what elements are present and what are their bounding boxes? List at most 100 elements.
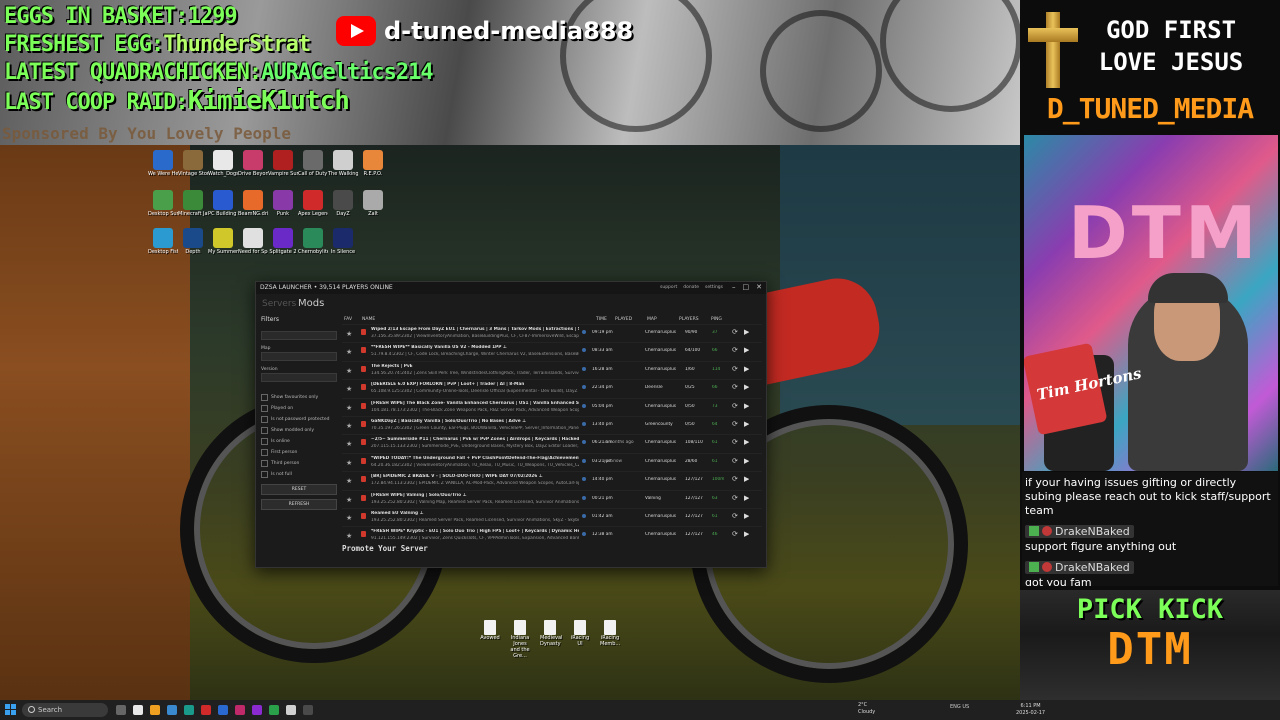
refresh-icon[interactable]: ⟳	[732, 438, 738, 446]
play-icon[interactable]: ▶	[744, 402, 749, 410]
col-name[interactable]: NAME	[362, 317, 375, 322]
col-played[interactable]: PLAYED	[615, 317, 632, 322]
col-map[interactable]: MAP	[647, 317, 657, 322]
desktop-shortcut[interactable]: Watch_Dogs	[208, 150, 238, 177]
table-row[interactable]: ★ [BR] EPIDEMIC Z BRASIL V - | SOLO-DUO-T…	[342, 471, 762, 489]
play-icon[interactable]: ▶	[744, 457, 749, 465]
filter-checkbox[interactable]: First person	[261, 447, 339, 458]
tab-mods[interactable]: Mods	[298, 298, 324, 309]
taskbar-app-icon[interactable]	[116, 705, 126, 715]
table-row[interactable]: ★ [FRESH WIPE] Valning | Solo/Duo/Trio ⊥ 1…	[342, 489, 762, 508]
desktop-shortcut[interactable]: Drive Beyond Horizons	[238, 150, 268, 177]
filter-checkbox[interactable]: Played on	[261, 403, 339, 414]
desktop-shortcut[interactable]: Vintage Story	[178, 150, 208, 177]
taskbar-app-icon[interactable]	[235, 705, 245, 715]
minimize-button[interactable]: –	[732, 283, 736, 291]
desktop-shortcut[interactable]: Call of Duty®	[298, 150, 328, 177]
favourite-star-icon[interactable]: ★	[346, 532, 352, 540]
desktop-shortcut[interactable]: We Were Here Bo...	[148, 150, 178, 177]
refresh-button[interactable]: REFRESH	[261, 499, 337, 510]
taskbar-app-icon[interactable]	[150, 705, 160, 715]
favourite-star-icon[interactable]: ★	[346, 330, 352, 338]
windows-start-icon[interactable]	[5, 704, 17, 716]
filter-checkbox[interactable]: Is online	[261, 436, 339, 447]
refresh-icon[interactable]: ⟳	[732, 420, 738, 428]
refresh-icon[interactable]: ⟳	[732, 512, 738, 520]
table-row[interactable]: ★ Wiped 2/13 Escape From DayZ EU1 | Chern…	[342, 324, 762, 342]
desktop-shortcut[interactable]: BeamNG.drive	[238, 190, 268, 217]
desktop-shortcut[interactable]: Medieval Dynasty	[540, 620, 562, 659]
desktop-shortcut[interactable]: The Walking Dead The...	[328, 150, 358, 177]
desktop-shortcut[interactable]: R.E.P.O.	[358, 150, 388, 177]
filter-checkbox[interactable]: Third person	[261, 458, 339, 469]
desktop-shortcut[interactable]: Desktop Survivors 98	[148, 190, 178, 217]
favourite-star-icon[interactable]: ★	[346, 440, 352, 448]
taskbar-app-icon[interactable]	[201, 705, 211, 715]
col-fav[interactable]: FAV	[344, 317, 352, 322]
desktop-shortcut[interactable]: Apex Legends	[298, 190, 328, 217]
desktop-shortcut[interactable]: iRacing Memb...	[600, 620, 620, 659]
desktop-shortcut[interactable]: Chernobylite Complete...	[298, 228, 328, 255]
play-icon[interactable]: ▶	[744, 346, 749, 354]
desktop-shortcut[interactable]: PC Building Simulator 2	[208, 190, 238, 217]
desktop-shortcut[interactable]: Minecraft Java Edition	[178, 190, 208, 217]
filter-checkbox[interactable]: Is not password protected	[261, 414, 339, 425]
desktop-shortcut[interactable]: My Summer Car	[208, 228, 238, 255]
promote-server-link[interactable]: Promote Your Server	[342, 544, 428, 553]
filter-checkbox[interactable]: Show modded only	[261, 425, 339, 436]
favourite-star-icon[interactable]: ★	[346, 348, 352, 356]
close-button[interactable]: ✕	[756, 283, 762, 291]
favourite-star-icon[interactable]: ★	[346, 422, 352, 430]
taskbar-app-icon[interactable]	[133, 705, 143, 715]
play-icon[interactable]: ▶	[744, 420, 749, 428]
table-row[interactable]: ★ Reamed EU Valning ⊥ 193.25.252.80:2302 |…	[342, 507, 762, 526]
tab-servers[interactable]: Servers	[262, 299, 296, 309]
desktop-shortcut[interactable]: Vampire Survivors	[268, 150, 298, 177]
version-select[interactable]	[261, 373, 337, 382]
desktop-shortcut[interactable]: Punk	[268, 190, 298, 217]
refresh-icon[interactable]: ⟳	[732, 383, 738, 391]
favourite-star-icon[interactable]: ★	[346, 477, 352, 485]
table-row[interactable]: ★ [FRESH WIPE] The Black Zone- Vanilla En…	[342, 397, 762, 416]
desktop-shortcut[interactable]: In Silence	[328, 228, 358, 255]
settings-link[interactable]: settings	[705, 285, 723, 290]
refresh-icon[interactable]: ⟳	[732, 530, 738, 538]
taskbar-clock[interactable]: 6:11 PM 2025-02-17	[1016, 703, 1045, 717]
filter-search-input[interactable]	[261, 331, 337, 340]
taskbar-app-icon[interactable]	[252, 705, 262, 715]
language-indicator[interactable]: ENG US	[950, 704, 969, 710]
favourite-star-icon[interactable]: ★	[346, 459, 352, 467]
table-row[interactable]: ★ *FRESH WIPE* Kryptic - EU1 | Solo Duo T…	[342, 526, 762, 544]
filter-checkbox[interactable]: Show favourites only	[261, 392, 339, 403]
refresh-icon[interactable]: ⟳	[732, 328, 738, 336]
col-time[interactable]: TIME	[596, 317, 607, 322]
desktop-shortcut[interactable]: Zalt	[358, 190, 388, 217]
play-icon[interactable]: ▶	[744, 494, 749, 502]
table-row[interactable]: ★ [DEERISLE 6.0 EXP] FORLORN | PvP | Loot…	[342, 379, 762, 397]
refresh-icon[interactable]: ⟳	[732, 346, 738, 354]
favourite-star-icon[interactable]: ★	[346, 496, 352, 504]
title-bar[interactable]: DZSA LAUNCHER • 39,514 PLAYERS ONLINE su…	[256, 282, 766, 294]
table-row[interactable]: ★ The Rejects | PvE 134.56.20.74:2402 | Ze…	[342, 360, 762, 379]
play-icon[interactable]: ▶	[744, 475, 749, 483]
support-link[interactable]: support	[660, 285, 677, 290]
favourite-star-icon[interactable]: ★	[346, 367, 352, 375]
taskbar-app-icon[interactable]	[184, 705, 194, 715]
taskbar-app-icon[interactable]	[218, 705, 228, 715]
desktop-shortcut[interactable]: Need for Speed™...	[238, 228, 268, 255]
reset-button[interactable]: RESET	[261, 484, 337, 495]
table-row[interactable]: ★ GaNKDayZ | Basically Vanilla | Solo/Duo…	[342, 415, 762, 434]
refresh-icon[interactable]: ⟳	[732, 457, 738, 465]
desktop-shortcut[interactable]: DayZ	[328, 190, 358, 217]
refresh-icon[interactable]: ⟳	[732, 402, 738, 410]
maximize-button[interactable]: □	[743, 283, 750, 291]
play-icon[interactable]: ▶	[744, 365, 749, 373]
desktop-shortcut[interactable]: Depth	[178, 228, 208, 255]
taskbar-app-icon[interactable]	[286, 705, 296, 715]
table-row[interactable]: ★ **FRESH WIPE** Basically Vanilla US V2 …	[342, 342, 762, 360]
weather-widget[interactable]: 2°C Cloudy	[858, 702, 875, 716]
desktop-shortcut[interactable]: Splitgate 2	[268, 228, 298, 255]
filter-checkbox[interactable]: Is not full	[261, 469, 339, 480]
table-row[interactable]: ★ *WIPED TODAY!* The Underground Fall + P…	[342, 452, 762, 471]
favourite-star-icon[interactable]: ★	[346, 514, 352, 522]
